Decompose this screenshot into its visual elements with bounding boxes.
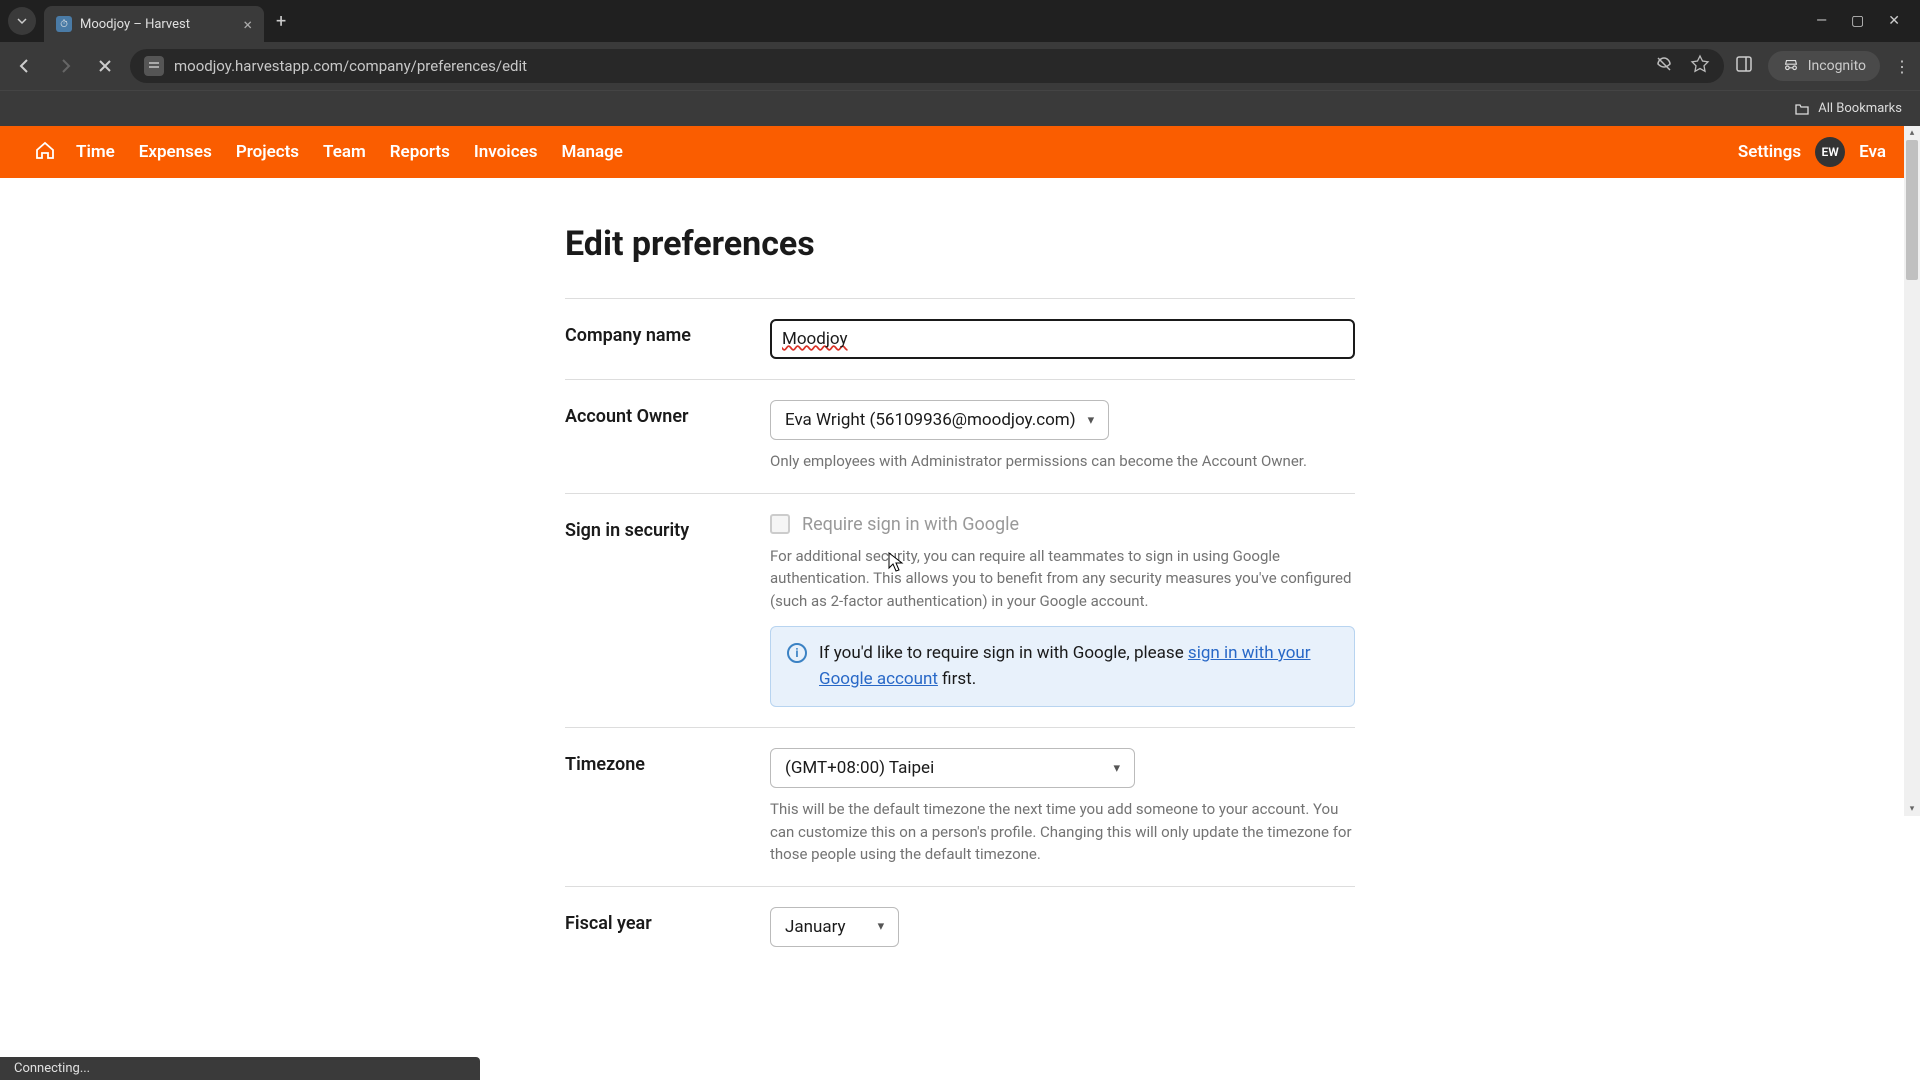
page-title: Edit preferences <box>565 224 1355 264</box>
site-info-icon[interactable] <box>144 56 164 76</box>
folder-icon <box>1794 101 1810 117</box>
chevron-down-icon: ▾ <box>878 919 885 934</box>
vertical-scrollbar[interactable]: ▴ ▾ <box>1904 126 1920 816</box>
main-nav: Time Expenses Projects Team Reports Invo… <box>0 126 1920 178</box>
chevron-down-icon <box>16 15 28 27</box>
require-google-checkbox[interactable] <box>770 514 790 534</box>
scroll-down-arrow[interactable]: ▾ <box>1904 802 1920 816</box>
back-button[interactable] <box>10 51 40 81</box>
incognito-icon <box>1782 57 1800 75</box>
account-owner-label: Account Owner <box>565 400 770 473</box>
bookmark-star-icon[interactable] <box>1690 54 1710 78</box>
user-avatar[interactable]: EW <box>1815 137 1845 167</box>
timezone-help: This will be the default timezone the ne… <box>770 798 1355 866</box>
browser-tab[interactable]: ⏱ Moodjoy – Harvest × <box>44 6 264 42</box>
maximize-button[interactable]: ▢ <box>1851 13 1864 29</box>
address-bar[interactable]: moodjoy.harvestapp.com/company/preferenc… <box>130 49 1724 83</box>
arrow-left-icon <box>16 57 34 75</box>
company-name-label: Company name <box>565 319 770 359</box>
url-text: moodjoy.harvestapp.com/company/preferenc… <box>174 57 527 75</box>
browser-status-bar: Connecting... <box>0 1057 480 1080</box>
nav-expenses[interactable]: Expenses <box>139 142 212 162</box>
browser-menu-button[interactable]: ⋮ <box>1894 57 1910 76</box>
nav-reports[interactable]: Reports <box>390 142 450 162</box>
nav-projects[interactable]: Projects <box>236 142 299 162</box>
home-icon[interactable] <box>34 139 56 165</box>
all-bookmarks-button[interactable]: All Bookmarks <box>1794 101 1902 117</box>
fiscal-year-select[interactable]: January ▾ <box>770 907 899 947</box>
close-window-button[interactable]: ✕ <box>1888 13 1900 29</box>
scrollbar-thumb[interactable] <box>1906 140 1918 280</box>
timezone-select[interactable]: (GMT+08:00) Taipei ▾ <box>770 748 1135 788</box>
tab-search-dropdown[interactable] <box>8 7 36 35</box>
cancel-load-icon <box>96 57 114 75</box>
incognito-badge[interactable]: Incognito <box>1768 51 1880 81</box>
nav-settings[interactable]: Settings <box>1738 142 1801 162</box>
reload-button[interactable] <box>90 51 120 81</box>
tab-title: Moodjoy – Harvest <box>80 17 235 32</box>
signin-info-box: i If you'd like to require sign in with … <box>770 626 1355 707</box>
signin-security-label: Sign in security <box>565 514 770 708</box>
fiscal-year-label: Fiscal year <box>565 907 770 947</box>
tab-close-button[interactable]: × <box>243 15 252 34</box>
info-icon: i <box>787 643 807 663</box>
signin-help: For additional security, you can require… <box>770 545 1355 613</box>
account-owner-select[interactable]: Eva Wright (56109936@moodjoy.com) ▾ <box>770 400 1109 440</box>
tab-favicon: ⏱ <box>56 16 72 32</box>
nav-time[interactable]: Time <box>76 142 115 162</box>
new-tab-button[interactable]: + <box>276 11 286 32</box>
user-name[interactable]: Eva <box>1859 142 1886 162</box>
side-panel-icon[interactable] <box>1734 54 1754 78</box>
scroll-up-arrow[interactable]: ▴ <box>1904 126 1920 140</box>
arrow-right-icon <box>56 57 74 75</box>
nav-manage[interactable]: Manage <box>561 142 622 162</box>
chevron-down-icon: ▾ <box>1113 761 1120 776</box>
account-owner-help: Only employees with Administrator permis… <box>770 450 1355 473</box>
minimize-button[interactable]: — <box>1816 13 1827 29</box>
forward-button[interactable] <box>50 51 80 81</box>
chevron-down-icon: ▾ <box>1088 413 1095 428</box>
nav-invoices[interactable]: Invoices <box>474 142 538 162</box>
tracking-protection-icon[interactable] <box>1654 54 1674 78</box>
timezone-label: Timezone <box>565 748 770 866</box>
nav-team[interactable]: Team <box>323 142 366 162</box>
company-name-input[interactable]: Moodjoy <box>770 319 1355 359</box>
require-google-label: Require sign in with Google <box>802 514 1019 535</box>
